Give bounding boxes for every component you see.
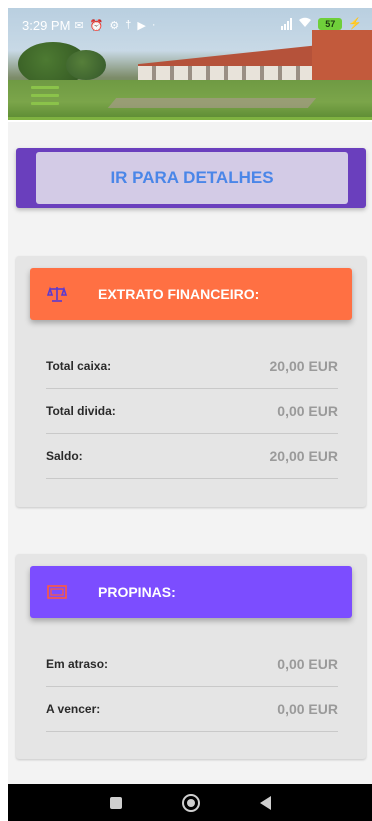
extrato-title: EXTRATO FINANCEIRO: [98,286,260,302]
back-button[interactable] [259,795,271,810]
propinas-title: PROPINAS: [98,584,176,600]
propinas-header: PROPINAS: [30,566,352,618]
row-label: Saldo: [46,449,83,463]
propinas-card: PROPINAS: Em atraso: 0,00 EUR A vencer: … [16,554,366,759]
alarm-icon: ⏰ [89,19,104,32]
menu-icon[interactable] [31,86,59,106]
recents-button[interactable] [109,796,122,809]
row-label: Em atraso: [46,657,109,671]
extrato-header: EXTRATO FINANCEIRO: [30,268,352,320]
row-label: A vencer: [46,702,101,716]
extrato-row-total-caixa: Total caixa: 20,00 EUR [46,344,338,389]
row-value: 0,00 EUR [277,656,338,672]
signal-icon [281,17,293,30]
extrato-row-saldo: Saldo: 20,00 EUR [46,434,338,479]
status-bar: 3:29 PM ✉ ⏰ ⚙ † ▶ · 57 ⚡ [8,14,372,36]
wifi-icon [298,16,312,31]
extrato-card: EXTRATO FINANCEIRO: Total caixa: 20,00 E… [16,256,366,507]
row-value: 20,00 EUR [269,358,338,374]
row-value: 0,00 EUR [277,403,338,419]
usb-icon: † [125,19,132,31]
youtube-icon: ▶ [137,19,146,32]
extrato-row-total-divida: Total divida: 0,00 EUR [46,389,338,434]
status-time: 3:29 PM [22,17,71,33]
propinas-row-a-vencer: A vencer: 0,00 EUR [46,687,338,732]
settings-icon: ⚙ [109,19,120,32]
dot-icon: · [151,19,156,31]
banner-tree [66,50,106,80]
battery-icon: 57 [318,17,343,30]
navigation-bar [8,784,372,821]
charging-icon: ⚡ [348,18,362,30]
scale-icon [46,286,68,302]
row-value: 20,00 EUR [269,448,338,464]
row-value: 0,00 EUR [277,701,338,717]
details-button-container: IR PARA DETALHES [16,148,366,208]
row-label: Total divida: [46,404,116,418]
banner-path [107,98,317,108]
notification-icon: ✉ [74,19,84,32]
propinas-row-em-atraso: Em atraso: 0,00 EUR [46,642,338,687]
status-right: 57 ⚡ [281,16,362,31]
cash-icon [46,585,68,599]
details-button[interactable]: IR PARA DETALHES [36,152,348,204]
battery-level: 57 [325,18,336,29]
home-button[interactable] [181,793,200,812]
row-label: Total caixa: [46,359,112,373]
banner-divider [8,117,372,120]
